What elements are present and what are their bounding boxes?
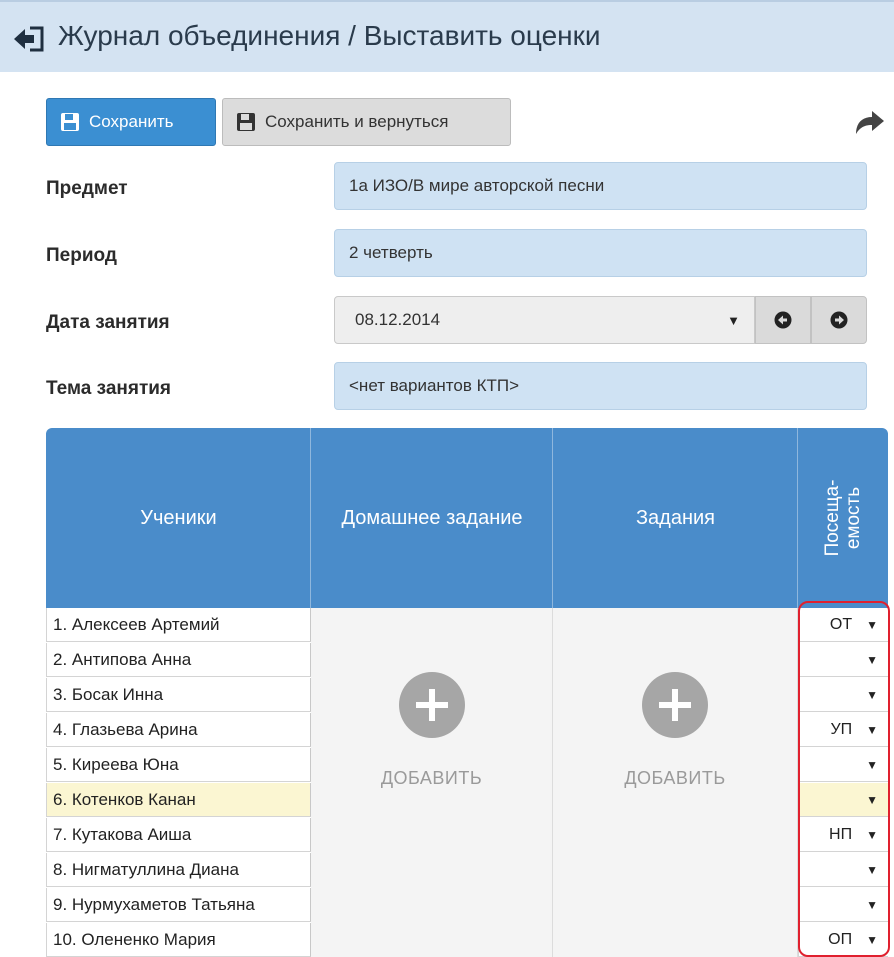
chevron-down-icon: ▼	[866, 652, 878, 667]
chevron-down-icon: ▼	[866, 897, 878, 912]
attendance-select[interactable]: УП ▼	[798, 713, 888, 747]
arrow-left-circle-icon	[774, 311, 792, 329]
attendance-value: УП	[830, 720, 853, 738]
chevron-down-icon: ▼	[866, 617, 878, 632]
date-label: Дата занятия	[46, 312, 170, 333]
students-column-header: Ученики	[140, 506, 217, 529]
attendance-value: ОТ	[829, 615, 853, 633]
save-and-return-label: Сохранить и вернуться	[265, 112, 449, 131]
chevron-down-icon: ▼	[866, 722, 878, 737]
plus-circle-icon	[642, 672, 708, 738]
chevron-down-icon: ▼	[866, 687, 878, 702]
student-row[interactable]: 6. Котенков Канан	[46, 783, 311, 817]
page-header: Журнал объединения / Выставить оценки	[0, 0, 894, 72]
student-row[interactable]: 5. Киреева Юна	[46, 748, 311, 782]
page-title: Журнал объединения / Выставить оценки	[58, 20, 601, 51]
share-arrow-icon[interactable]	[854, 110, 886, 136]
subject-field: 1а ИЗО/В мире авторской песни	[334, 162, 867, 210]
chevron-down-icon: ▼	[866, 827, 878, 842]
attendance-select[interactable]: ▼	[798, 678, 888, 712]
student-row[interactable]: 8. Нигматуллина Диана	[46, 853, 311, 887]
topic-field[interactable]: <нет вариантов КТП>	[334, 362, 867, 410]
period-field: 2 четверть	[334, 229, 867, 277]
attendance-value: ОП	[828, 930, 853, 948]
period-label: Период	[46, 245, 117, 266]
attendance-select[interactable]: ОП ▼	[798, 923, 888, 957]
student-row[interactable]: 7. Кутакова Аиша	[46, 818, 311, 852]
homework-column: ДОБАВИТЬ	[311, 608, 553, 957]
add-task-button[interactable]: ДОБАВИТЬ	[553, 672, 797, 789]
date-select[interactable]: 08.12.2014 ▼	[334, 296, 755, 344]
save-button-label: Сохранить	[89, 112, 174, 131]
topic-label: Тема занятия	[46, 378, 172, 399]
chevron-down-icon: ▼	[866, 792, 878, 807]
attendance-header-line-1: Посеща-	[822, 479, 843, 557]
save-and-return-button[interactable]: Сохранить и вернуться	[222, 98, 511, 146]
save-button[interactable]: Сохранить	[46, 98, 216, 146]
chevron-down-icon: ▼	[866, 862, 878, 877]
attendance-select[interactable]: ▼	[798, 783, 888, 817]
attendance-header-line-2: емость	[843, 486, 864, 550]
tasks-column-header: Задания	[635, 506, 716, 529]
chevron-down-icon: ▼	[727, 313, 740, 328]
student-row[interactable]: 9. Нурмухаметов Татьяна	[46, 888, 311, 922]
attendance-select[interactable]: ОТ ▼	[798, 608, 888, 642]
plus-circle-icon	[398, 672, 465, 738]
attendance-value: НП	[829, 825, 853, 843]
add-task-label: ДОБАВИТЬ	[624, 768, 726, 788]
back-arrow-icon[interactable]	[12, 24, 46, 54]
previous-date-button[interactable]	[755, 296, 811, 344]
save-icon	[61, 113, 79, 131]
homework-column-header: Домашнее задание	[341, 506, 523, 529]
save-icon	[237, 113, 255, 131]
attendance-select[interactable]: ▼	[798, 888, 888, 922]
chevron-down-icon: ▼	[866, 932, 878, 947]
student-row[interactable]: 4. Глазьева Арина	[46, 713, 311, 747]
student-row[interactable]: 3. Босак Инна	[46, 678, 311, 712]
student-row[interactable]: 2. Антипова Анна	[46, 643, 311, 677]
attendance-select[interactable]: НП ▼	[798, 818, 888, 852]
date-value: 08.12.2014	[355, 310, 441, 329]
attendance-select[interactable]: ▼	[798, 853, 888, 887]
tasks-column: ДОБАВИТЬ	[553, 608, 798, 957]
arrow-right-circle-icon	[830, 311, 848, 329]
attendance-column-header: Посеща- емость	[798, 428, 888, 608]
student-row[interactable]: 1. Алексеев Артемий	[46, 608, 311, 642]
attendance-select[interactable]: ▼	[798, 748, 888, 782]
grades-table-header: Ученики Домашнее задание Задания Посеща-…	[46, 428, 888, 608]
chevron-down-icon: ▼	[866, 757, 878, 772]
add-homework-button[interactable]: ДОБАВИТЬ	[311, 672, 552, 789]
next-date-button[interactable]	[811, 296, 867, 344]
student-row[interactable]: 10. Олененко Мария	[46, 923, 311, 957]
grades-table-body: ДОБАВИТЬ ДОБАВИТЬ 1. Алексеев Артемий 2.…	[46, 608, 888, 957]
add-homework-label: ДОБАВИТЬ	[380, 768, 483, 788]
attendance-select[interactable]: ▼	[798, 643, 888, 677]
subject-label: Предмет	[46, 178, 128, 199]
attendance-header-text: Посеща- емость	[822, 480, 864, 557]
